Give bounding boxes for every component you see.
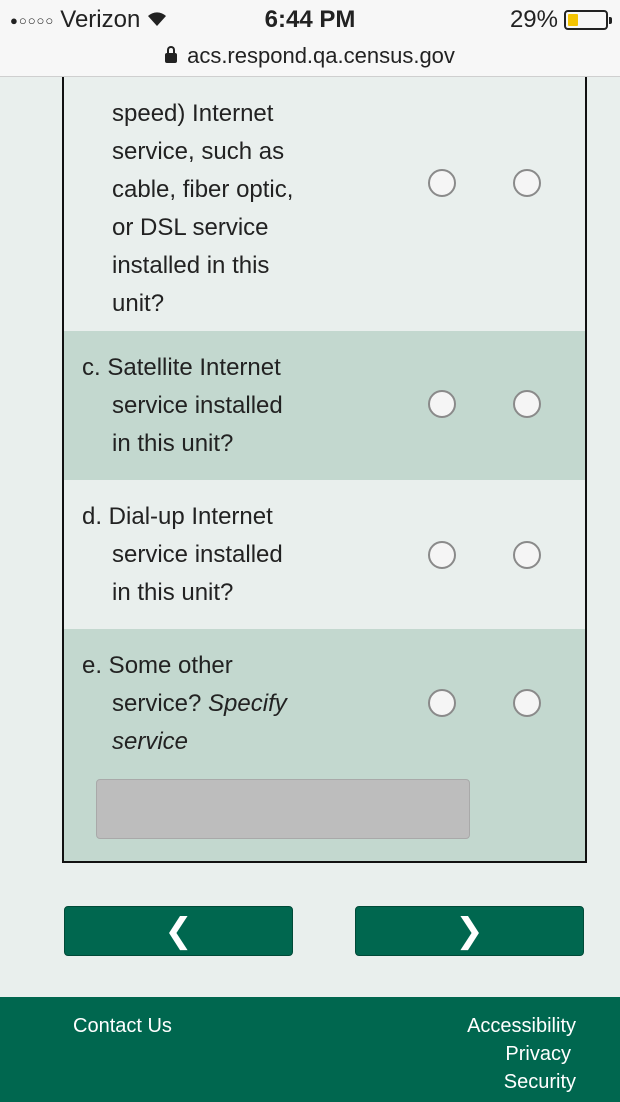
next-button[interactable]: ❯ xyxy=(355,906,584,956)
accessibility-link[interactable]: Accessibility xyxy=(467,1015,576,1038)
battery-status: 29% xyxy=(509,6,612,34)
status-bar: ●○○○○ Verizon 6:44 PM 29% xyxy=(0,0,620,36)
security-link[interactable]: Security xyxy=(504,1071,576,1094)
question-row-b: speed) Internet service, such as cable, … xyxy=(64,77,585,331)
radio-d-yes[interactable] xyxy=(428,541,456,569)
battery-level xyxy=(568,14,578,26)
radio-e-no[interactable] xyxy=(513,689,541,717)
specify-service-input[interactable] xyxy=(96,779,470,839)
radio-d-no[interactable] xyxy=(513,541,541,569)
question-c-text: c. Satellite Internet service installed … xyxy=(82,354,283,457)
radio-c-no[interactable] xyxy=(513,390,541,418)
radio-c-yes[interactable] xyxy=(428,390,456,418)
footer: Contact Us Accessibility Privacy Securit… xyxy=(0,997,620,1102)
privacy-link[interactable]: Privacy xyxy=(505,1043,571,1066)
question-d-text: d. Dial-up Internet service installed in… xyxy=(82,503,283,606)
question-table: speed) Internet service, such as cable, … xyxy=(62,77,587,863)
radio-e-yes[interactable] xyxy=(428,689,456,717)
lock-icon xyxy=(165,46,178,63)
previous-button[interactable]: ❮ xyxy=(64,906,293,956)
address-bar[interactable]: acs.respond.qa.census.gov xyxy=(0,36,620,77)
question-row-d: d. Dial-up Internet service installed in… xyxy=(64,480,585,629)
question-e-text: e. Some other service? Specify service xyxy=(82,652,287,755)
question-row-e: e. Some other service? Specify service xyxy=(64,629,585,861)
battery-icon xyxy=(564,10,612,30)
question-b-text: speed) Internet service, such as cable, … xyxy=(112,100,294,317)
radio-b-no[interactable] xyxy=(513,169,541,197)
url-text: acs.respond.qa.census.gov xyxy=(187,43,455,68)
chevron-left-icon: ❮ xyxy=(164,912,193,950)
battery-percent: 29% xyxy=(509,6,558,33)
question-row-c: c. Satellite Internet service installed … xyxy=(64,331,585,480)
radio-b-yes[interactable] xyxy=(428,169,456,197)
contact-us-link[interactable]: Contact Us xyxy=(73,1015,172,1038)
chevron-right-icon: ❯ xyxy=(455,912,484,950)
